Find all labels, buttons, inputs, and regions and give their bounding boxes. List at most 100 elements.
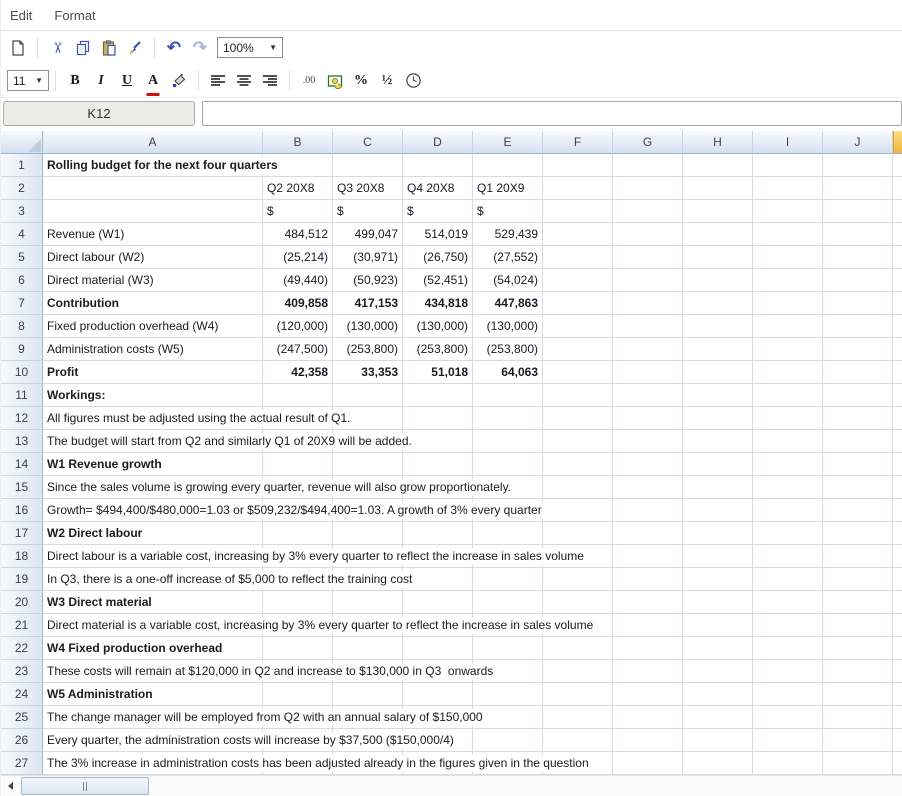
cell-D7[interactable]: 434,818 bbox=[403, 292, 473, 315]
cell-H1[interactable] bbox=[683, 154, 753, 177]
cell-A3[interactable] bbox=[43, 200, 263, 223]
cell-H10[interactable] bbox=[683, 361, 753, 384]
scrollbar-thumb[interactable] bbox=[21, 777, 149, 795]
cell-G11[interactable] bbox=[613, 384, 683, 407]
cell-B3[interactable]: $ bbox=[263, 200, 333, 223]
cell-G26[interactable] bbox=[613, 729, 683, 752]
cell-A20[interactable]: W3 Direct material bbox=[43, 591, 263, 614]
cell-K11-partial[interactable] bbox=[893, 384, 902, 407]
cell-A13[interactable]: The budget will start from Q2 and simila… bbox=[43, 430, 263, 453]
cell-E8[interactable]: (130,000) bbox=[473, 315, 543, 338]
cell-K25-partial[interactable] bbox=[893, 706, 902, 729]
bold-button[interactable]: B bbox=[62, 69, 88, 93]
italic-button[interactable]: I bbox=[88, 69, 114, 93]
cell-K21-partial[interactable] bbox=[893, 614, 902, 637]
cell-J12[interactable] bbox=[823, 407, 893, 430]
row-header-25[interactable]: 25 bbox=[1, 706, 43, 729]
cell-I22[interactable] bbox=[753, 637, 823, 660]
cell-B9[interactable]: (247,500) bbox=[263, 338, 333, 361]
cell-G17[interactable] bbox=[613, 522, 683, 545]
cell-E20[interactable] bbox=[473, 591, 543, 614]
row-header-7[interactable]: 7 bbox=[1, 292, 43, 315]
cell-I2[interactable] bbox=[753, 177, 823, 200]
row-header-16[interactable]: 16 bbox=[1, 499, 43, 522]
cell-F9[interactable] bbox=[543, 338, 613, 361]
cell-I3[interactable] bbox=[753, 200, 823, 223]
cell-E2[interactable]: Q1 20X9 bbox=[473, 177, 543, 200]
cell-H17[interactable] bbox=[683, 522, 753, 545]
zoom-select[interactable]: 100% ▼ bbox=[217, 37, 283, 58]
cell-F2[interactable] bbox=[543, 177, 613, 200]
cell-I18[interactable] bbox=[753, 545, 823, 568]
cell-D4[interactable]: 514,019 bbox=[403, 223, 473, 246]
cell-K22-partial[interactable] bbox=[893, 637, 902, 660]
cell-E22[interactable] bbox=[473, 637, 543, 660]
cell-K19-partial[interactable] bbox=[893, 568, 902, 591]
cell-K13-partial[interactable] bbox=[893, 430, 902, 453]
cell-H26[interactable] bbox=[683, 729, 753, 752]
menu-format[interactable]: Format bbox=[54, 8, 95, 23]
cell-A24[interactable]: W5 Administration bbox=[43, 683, 263, 706]
cell-D11[interactable] bbox=[403, 384, 473, 407]
cell-I24[interactable] bbox=[753, 683, 823, 706]
cell-H5[interactable] bbox=[683, 246, 753, 269]
column-header-A[interactable]: A bbox=[43, 131, 263, 154]
cell-E3[interactable]: $ bbox=[473, 200, 543, 223]
column-header-E[interactable]: E bbox=[473, 131, 543, 154]
row-header-12[interactable]: 12 bbox=[1, 407, 43, 430]
cell-E12[interactable] bbox=[473, 407, 543, 430]
column-header-D[interactable]: D bbox=[403, 131, 473, 154]
cell-K27-partial[interactable] bbox=[893, 752, 902, 775]
cell-K16-partial[interactable] bbox=[893, 499, 902, 522]
copy-icon[interactable] bbox=[70, 36, 96, 60]
row-header-3[interactable]: 3 bbox=[1, 200, 43, 223]
currency-icon[interactable] bbox=[322, 69, 348, 93]
cell-A5[interactable]: Direct labour (W2) bbox=[43, 246, 263, 269]
row-header-18[interactable]: 18 bbox=[1, 545, 43, 568]
cell-A16[interactable]: Growth= $494,400/$480,000=1.03 or $509,2… bbox=[43, 499, 263, 522]
cell-G6[interactable] bbox=[613, 269, 683, 292]
cell-name-box[interactable]: K12 bbox=[3, 101, 195, 126]
cell-C7[interactable]: 417,153 bbox=[333, 292, 403, 315]
row-header-27[interactable]: 27 bbox=[1, 752, 43, 775]
column-header-J[interactable]: J bbox=[823, 131, 893, 154]
cell-J14[interactable] bbox=[823, 453, 893, 476]
cell-F26[interactable] bbox=[543, 729, 613, 752]
percent-button[interactable]: % bbox=[348, 69, 374, 93]
row-header-1[interactable]: 1 bbox=[1, 154, 43, 177]
cell-E6[interactable]: (54,024) bbox=[473, 269, 543, 292]
cell-H6[interactable] bbox=[683, 269, 753, 292]
cell-B4[interactable]: 484,512 bbox=[263, 223, 333, 246]
cell-G7[interactable] bbox=[613, 292, 683, 315]
font-color-button[interactable]: A bbox=[140, 69, 166, 93]
cell-A22[interactable]: W4 Fixed production overhead bbox=[43, 637, 263, 660]
cell-J4[interactable] bbox=[823, 223, 893, 246]
cell-A7[interactable]: Contribution bbox=[43, 292, 263, 315]
cell-F8[interactable] bbox=[543, 315, 613, 338]
row-header-22[interactable]: 22 bbox=[1, 637, 43, 660]
row-header-10[interactable]: 10 bbox=[1, 361, 43, 384]
cell-A6[interactable]: Direct material (W3) bbox=[43, 269, 263, 292]
cell-J18[interactable] bbox=[823, 545, 893, 568]
underline-button[interactable]: U bbox=[114, 69, 140, 93]
cell-D5[interactable]: (26,750) bbox=[403, 246, 473, 269]
cell-J11[interactable] bbox=[823, 384, 893, 407]
cell-F15[interactable] bbox=[543, 476, 613, 499]
cell-F23[interactable] bbox=[543, 660, 613, 683]
cell-A26[interactable]: Every quarter, the administration costs … bbox=[43, 729, 263, 752]
cell-K5-partial[interactable] bbox=[893, 246, 902, 269]
cell-F5[interactable] bbox=[543, 246, 613, 269]
cell-F6[interactable] bbox=[543, 269, 613, 292]
row-header-4[interactable]: 4 bbox=[1, 223, 43, 246]
cell-H12[interactable] bbox=[683, 407, 753, 430]
cell-F24[interactable] bbox=[543, 683, 613, 706]
cell-E14[interactable] bbox=[473, 453, 543, 476]
cell-B20[interactable] bbox=[263, 591, 333, 614]
font-size-select[interactable]: 11 ▼ bbox=[7, 70, 49, 91]
cell-H27[interactable] bbox=[683, 752, 753, 775]
cell-J24[interactable] bbox=[823, 683, 893, 706]
cut-icon[interactable]: ✂ bbox=[44, 36, 70, 60]
column-header-B[interactable]: B bbox=[263, 131, 333, 154]
cell-K14-partial[interactable] bbox=[893, 453, 902, 476]
cell-I4[interactable] bbox=[753, 223, 823, 246]
